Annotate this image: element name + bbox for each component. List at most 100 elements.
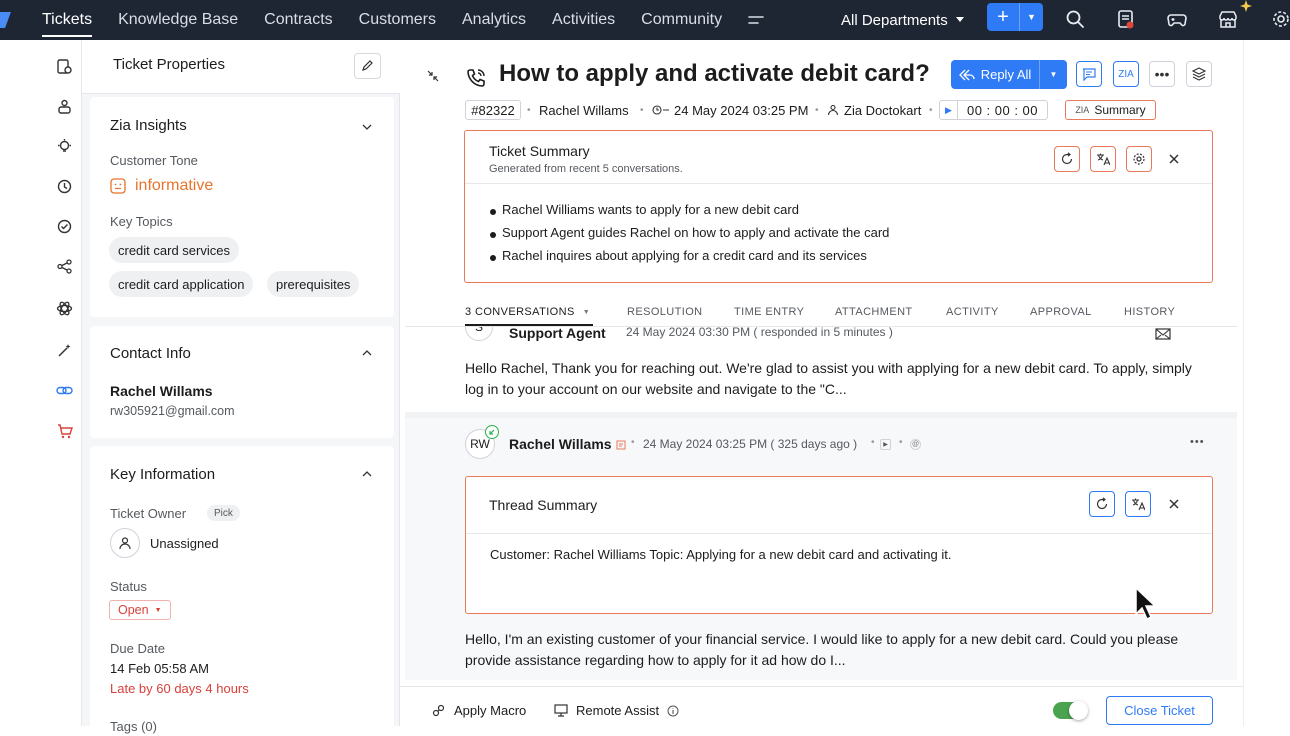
reply-all-button[interactable]: Reply All ▼: [951, 60, 1067, 89]
plus-icon[interactable]: +: [987, 3, 1020, 31]
regenerate-button[interactable]: [1089, 491, 1115, 517]
due-date-value: 14 Feb 05:58 AM: [110, 661, 210, 676]
due-date-label: Due Date: [110, 641, 165, 656]
check-circle-icon[interactable]: [56, 218, 73, 235]
tab-history[interactable]: HISTORY: [1124, 306, 1175, 318]
edit-button[interactable]: [354, 53, 381, 79]
separator-dot: •: [929, 104, 933, 116]
chevron-up-icon[interactable]: [362, 469, 372, 479]
conversation-author[interactable]: Support Agent: [509, 327, 606, 341]
phone-icon: [467, 69, 485, 87]
comment-icon: [1083, 68, 1096, 82]
nav-customers[interactable]: Customers: [346, 0, 449, 40]
nav-tickets[interactable]: Tickets: [29, 0, 105, 40]
share-icon[interactable]: [56, 258, 73, 275]
assignee-name: Zia Doctokart: [844, 102, 922, 118]
toggle-switch[interactable]: [1053, 701, 1088, 720]
timer[interactable]: ▶ 00 : 00 : 00: [939, 100, 1048, 120]
zia-logo-icon: ZIA: [1075, 105, 1090, 115]
more-menu-icon[interactable]: [735, 0, 777, 40]
close-ticket-button[interactable]: Close Ticket: [1106, 696, 1213, 725]
reply-all-label: Reply All: [980, 67, 1032, 82]
layers-button[interactable]: [1186, 61, 1212, 87]
nav-analytics[interactable]: Analytics: [449, 0, 539, 40]
bot-icon[interactable]: [56, 98, 73, 115]
tags-label: Tags (0): [110, 719, 157, 734]
tab-activity[interactable]: ACTIVITY: [946, 306, 999, 318]
separator-dot: •: [815, 104, 819, 116]
separator-dot: •: [899, 437, 903, 448]
summary-button[interactable]: ZIA Summary: [1065, 100, 1156, 120]
nav-activities[interactable]: Activities: [539, 0, 628, 40]
ticket-properties-icon[interactable]: [56, 58, 73, 75]
separator-dot: •: [871, 437, 875, 448]
pick-button[interactable]: Pick: [207, 505, 240, 521]
conversation-author[interactable]: Rachel Willams: [509, 436, 612, 452]
new-item-button[interactable]: + ▼: [987, 3, 1043, 31]
info-icon[interactable]: [667, 705, 679, 717]
search-icon[interactable]: [1064, 8, 1086, 30]
separator-dot: •: [631, 437, 635, 448]
tab-time-entry[interactable]: TIME ENTRY: [734, 306, 804, 318]
ticket-contact[interactable]: Rachel Willams: [539, 100, 629, 120]
notification-icon[interactable]: [1115, 8, 1137, 30]
tab-conversations[interactable]: 3 CONVERSATIONS ▼: [465, 306, 590, 318]
apply-macro-button[interactable]: Apply Macro: [432, 703, 526, 718]
contact-info-title: Contact Info: [110, 345, 191, 362]
zia-button[interactable]: ZIA: [1113, 61, 1139, 87]
chevron-down-icon[interactable]: [362, 122, 372, 132]
link-icon[interactable]: [56, 382, 73, 399]
bulb-icon[interactable]: [56, 138, 73, 155]
reply-all-main[interactable]: Reply All: [951, 60, 1040, 89]
translate-button[interactable]: [1090, 146, 1116, 172]
play-icon[interactable]: ▶: [940, 101, 958, 119]
ticket-assignee[interactable]: Zia Doctokart: [827, 100, 921, 120]
tab-attachment[interactable]: ATTACHMENT: [835, 306, 913, 318]
close-icon[interactable]: [1169, 499, 1179, 509]
mouse-cursor-icon: [1135, 586, 1157, 621]
ticket-created-value: 24 May 2024 03:25 PM: [674, 102, 809, 118]
collapse-icon[interactable]: [427, 70, 439, 82]
cart-icon[interactable]: [56, 423, 73, 440]
regenerate-button[interactable]: [1054, 146, 1080, 172]
key-information-title: Key Information: [110, 466, 216, 483]
thread-summary-title: Thread Summary: [489, 497, 598, 513]
zia-insights-card: Zia Insights Customer Tone informative K…: [90, 97, 394, 317]
nav-contracts[interactable]: Contracts: [251, 0, 345, 40]
conversation-body[interactable]: Hello Rachel, Thank you for reaching out…: [465, 358, 1205, 400]
gamepad-icon[interactable]: [1166, 8, 1188, 30]
contact-email[interactable]: rw305921@gmail.com: [110, 404, 235, 418]
contact-name[interactable]: Rachel Willams: [110, 383, 213, 399]
play-icon[interactable]: ▶: [880, 439, 891, 450]
summary-settings-button[interactable]: [1126, 146, 1152, 172]
incoming-icon: [485, 425, 499, 439]
chevron-down-icon[interactable]: ▼: [1040, 60, 1067, 89]
tab-approval[interactable]: APPROVAL: [1030, 306, 1092, 318]
translate-icon: [1132, 498, 1145, 511]
face-icon: [110, 178, 126, 194]
department-selector[interactable]: All Departments: [841, 0, 964, 40]
magic-wand-icon[interactable]: [56, 342, 73, 359]
remote-assist-button[interactable]: Remote Assist: [554, 703, 679, 718]
reply-all-icon: [958, 69, 975, 80]
more-options-icon[interactable]: •••: [1190, 436, 1205, 448]
nav-community[interactable]: Community: [628, 0, 735, 40]
atom-icon[interactable]: [56, 300, 73, 317]
chevron-up-icon[interactable]: [362, 348, 372, 358]
tab-resolution[interactable]: RESOLUTION: [627, 306, 703, 318]
status-dropdown[interactable]: Open ▼: [109, 600, 171, 620]
side-icon-rail: [47, 40, 82, 726]
chevron-down-icon[interactable]: ▼: [1020, 3, 1043, 31]
translate-button[interactable]: [1125, 491, 1151, 517]
history-icon[interactable]: [56, 178, 73, 195]
settings-icon[interactable]: [1270, 8, 1290, 30]
bullet-icon: [490, 255, 496, 261]
ticket-id[interactable]: #82322: [465, 100, 521, 120]
owner-avatar[interactable]: [110, 528, 140, 558]
conversation-body[interactable]: Hello, I'm an existing customer of your …: [465, 629, 1205, 671]
more-options-icon[interactable]: •••: [1149, 61, 1175, 87]
separator-dot: •: [527, 104, 531, 116]
close-icon[interactable]: [1169, 154, 1179, 164]
comment-button[interactable]: [1076, 61, 1102, 87]
nav-knowledge-base[interactable]: Knowledge Base: [105, 0, 251, 40]
